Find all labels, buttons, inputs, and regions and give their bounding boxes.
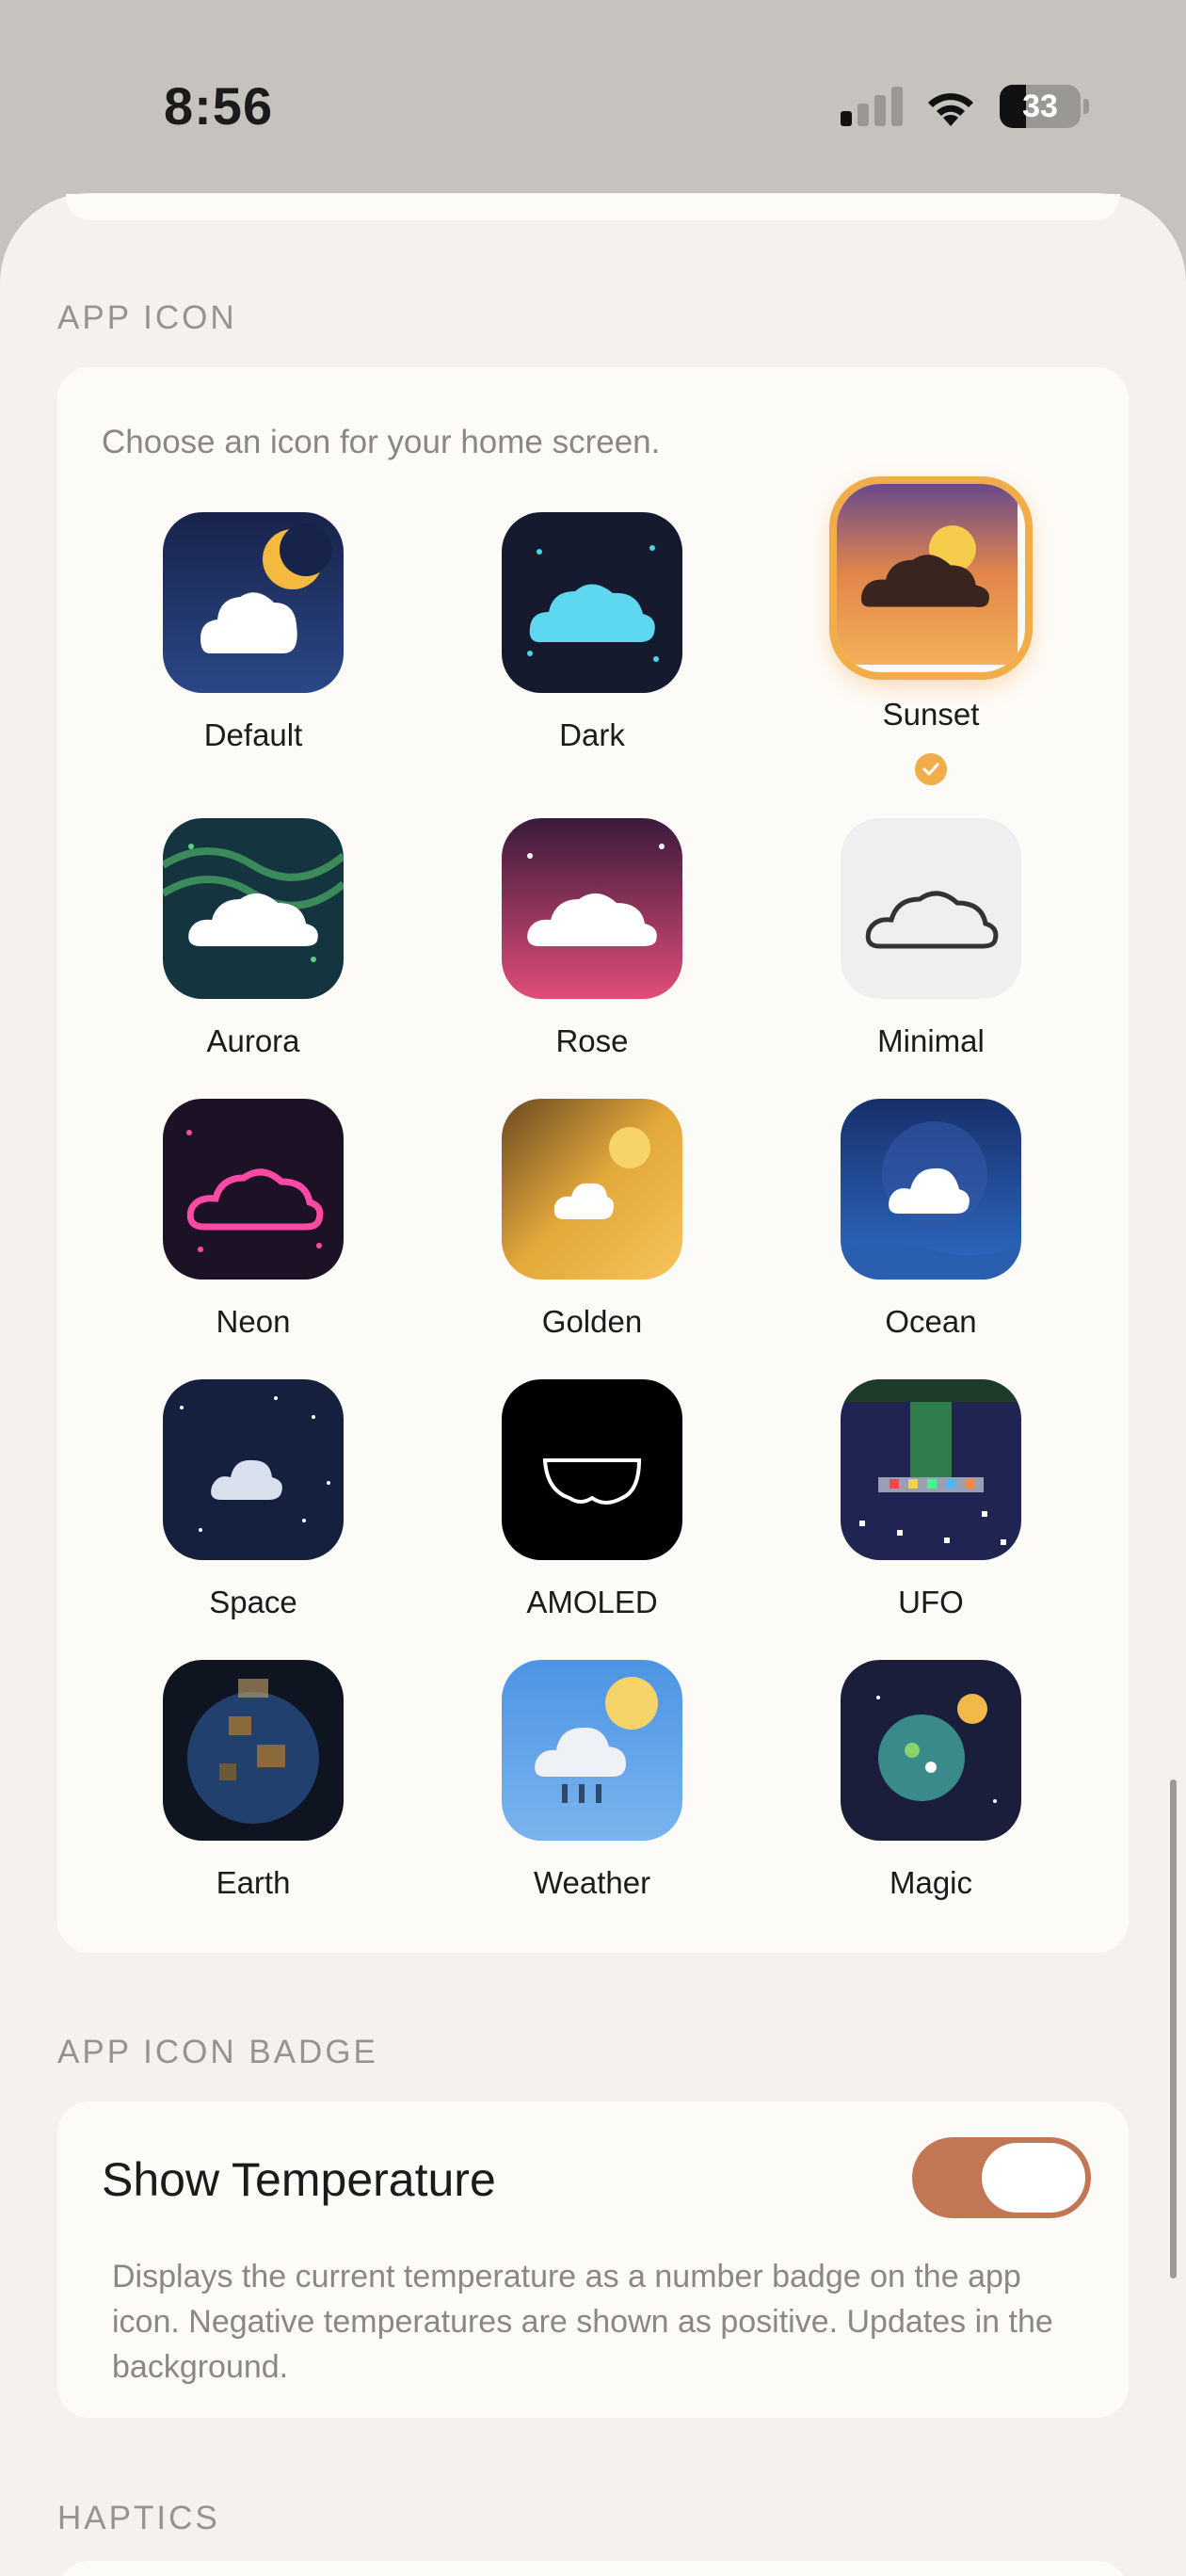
ocean-icon: [841, 1099, 1021, 1280]
rose-icon: [502, 818, 682, 999]
section-header-app-icon-badge: APP ICON BADGE: [57, 2034, 378, 2070]
icon-label: Dark: [559, 717, 625, 752]
default-icon: [163, 512, 344, 693]
icon-option-aurora[interactable]: Aurora: [140, 818, 366, 1059]
icon-label: Sunset: [882, 697, 980, 732]
status-bar: 8:56 33: [0, 0, 1186, 188]
icon-label: Golden: [541, 1304, 643, 1339]
icon-option-space[interactable]: Space: [140, 1379, 366, 1620]
minimal-icon: [841, 818, 1021, 999]
icon-option-amoled[interactable]: AMOLED: [479, 1379, 705, 1620]
battery-level: 33: [1022, 89, 1058, 124]
ufo-icon: [841, 1379, 1021, 1560]
section-header-haptics: HAPTICS: [57, 2500, 220, 2536]
icon-label: Minimal: [877, 1023, 985, 1058]
icon-option-minimal[interactable]: Minimal: [818, 818, 1044, 1059]
space-icon: [163, 1379, 344, 1560]
aurora-icon: [163, 818, 344, 999]
show-temperature-toggle[interactable]: [912, 2137, 1091, 2218]
icon-option-rose[interactable]: Rose: [479, 818, 705, 1059]
wifi-icon: [928, 93, 973, 126]
icon-label: Ocean: [885, 1304, 977, 1339]
golden-icon: [502, 1099, 682, 1280]
magic-icon: [841, 1660, 1021, 1841]
haptics-card: [57, 2561, 1129, 2576]
toggle-knob: [982, 2143, 1085, 2213]
icon-label: Magic: [889, 1865, 973, 1900]
icon-label: Rose: [555, 1023, 629, 1058]
scrollbar[interactable]: [1170, 1779, 1177, 2278]
previous-card-edge: [66, 194, 1120, 220]
icon-label: Default: [203, 717, 303, 752]
app-icon-badge-card: Show Temperature Displays the current te…: [57, 2101, 1129, 2418]
amoled-icon: [502, 1379, 682, 1560]
app-icon-hint: Choose an icon for your home screen.: [102, 424, 661, 460]
neon-icon: [163, 1099, 344, 1280]
icon-label: Space: [209, 1585, 297, 1619]
icon-option-golden[interactable]: Golden: [479, 1099, 705, 1340]
status-time: 8:56: [164, 76, 274, 136]
icon-option-magic[interactable]: Magic: [818, 1660, 1044, 1901]
selected-checkmark-icon: [915, 753, 947, 785]
icon-option-earth[interactable]: Earth: [140, 1660, 366, 1901]
icon-option-ocean[interactable]: Ocean: [818, 1099, 1044, 1340]
icon-label: Earth: [216, 1865, 291, 1900]
icon-label: Neon: [216, 1304, 291, 1339]
icon-option-neon[interactable]: Neon: [140, 1099, 366, 1340]
section-header-app-icon: APP ICON: [57, 299, 237, 336]
sunset-icon: [837, 484, 1025, 672]
icon-label: UFO: [898, 1585, 964, 1619]
dark-icon: [502, 512, 682, 693]
app-icon-card: Choose an icon for your home screen. Def…: [57, 367, 1129, 1953]
icon-label: AMOLED: [526, 1585, 658, 1619]
earth-icon: [163, 1660, 344, 1841]
icon-label: Weather: [533, 1865, 651, 1900]
cellular-signal-icon: [841, 87, 903, 126]
show-temperature-label: Show Temperature: [102, 2153, 496, 2206]
icon-option-ufo[interactable]: UFO: [818, 1379, 1044, 1620]
battery-icon: 33: [1000, 85, 1089, 128]
show-temperature-description: Displays the current temperature as a nu…: [112, 2259, 1053, 2385]
icon-option-sunset[interactable]: Sunset: [818, 484, 1044, 785]
weather-icon: [502, 1660, 682, 1841]
icon-option-dark[interactable]: Dark: [479, 512, 705, 753]
icon-label: Aurora: [206, 1023, 300, 1058]
icon-option-default[interactable]: Default: [140, 512, 366, 753]
icon-option-weather[interactable]: Weather: [479, 1660, 705, 1901]
